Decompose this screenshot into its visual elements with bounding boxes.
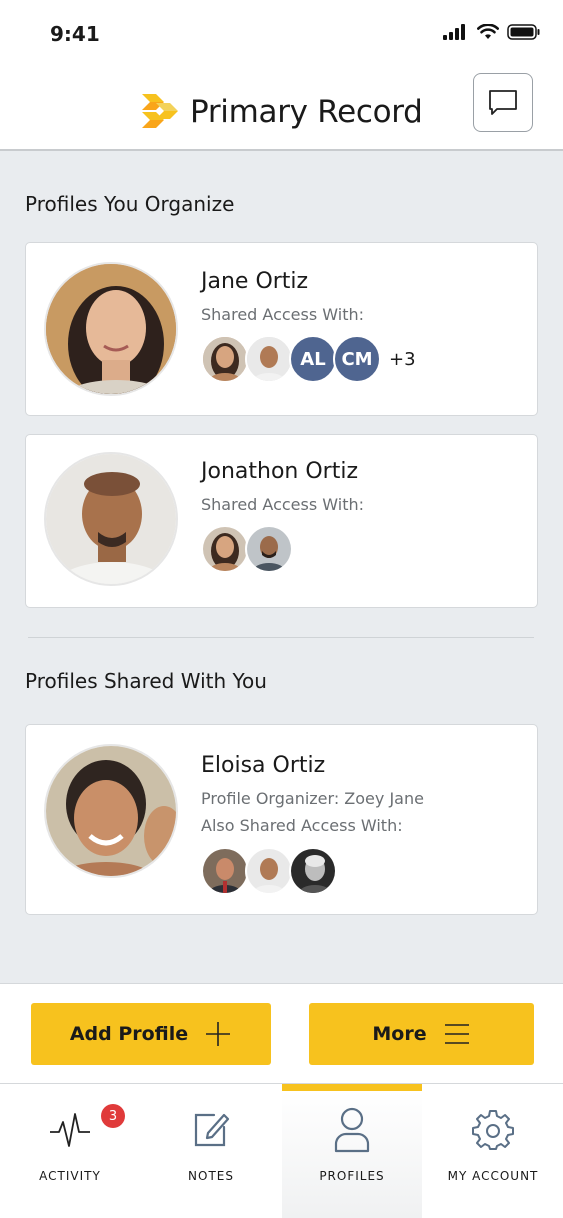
person-icon	[330, 1107, 374, 1153]
also-shared-label: Also Shared Access With:	[201, 816, 403, 835]
profile-organizer: Profile Organizer: Zoey Jane	[201, 789, 424, 808]
tab-my-account[interactable]: MY ACCOUNT	[423, 1084, 563, 1218]
shared-avatar[interactable]	[289, 847, 337, 895]
add-profile-button[interactable]: Add Profile	[31, 1003, 271, 1065]
shared-avatar-initials[interactable]: AL	[289, 335, 337, 383]
activity-pulse-icon	[48, 1108, 92, 1152]
brand: Primary Record	[138, 92, 423, 132]
shared-avatar-row	[201, 525, 293, 573]
portrait-jane	[46, 264, 176, 394]
profile-name: Jane Ortiz	[201, 269, 309, 294]
signal-icon	[443, 24, 465, 40]
more-button[interactable]: More	[309, 1003, 534, 1065]
brand-logo-icon	[142, 94, 178, 128]
profile-card-jane[interactable]: Jane Ortiz Shared Access With: AL CM +3	[25, 242, 538, 416]
wifi-icon	[477, 24, 499, 39]
menu-icon	[444, 1024, 469, 1044]
app-header: Primary Record	[0, 66, 563, 151]
chat-bubble-icon	[489, 89, 517, 115]
gear-icon	[471, 1108, 515, 1152]
shared-avatar[interactable]	[245, 525, 293, 573]
notification-badge: 3	[101, 1104, 125, 1128]
profile-card-eloisa[interactable]: Eloisa Ortiz Profile Organizer: Zoey Jan…	[25, 724, 538, 915]
section-divider	[28, 637, 534, 638]
more-label: More	[372, 1023, 427, 1045]
shared-avatar[interactable]	[245, 335, 293, 383]
portrait-eloisa	[46, 746, 176, 876]
tab-activity[interactable]: 3 ACTIVITY	[0, 1084, 140, 1218]
shared-avatar[interactable]	[201, 847, 249, 895]
avatar	[44, 452, 178, 586]
avatar	[44, 744, 178, 878]
tab-label: PROFILES	[319, 1169, 385, 1183]
portrait-jonathon	[46, 454, 176, 584]
tab-bar: 3 ACTIVITY NOTES PROFILES MY ACCOUNT	[0, 1084, 563, 1218]
shared-avatar[interactable]	[201, 335, 249, 383]
tab-profiles[interactable]: PROFILES	[282, 1084, 422, 1218]
tab-label: MY ACCOUNT	[447, 1169, 539, 1183]
chat-button[interactable]	[473, 73, 533, 132]
shared-avatar-initials[interactable]: CM	[333, 335, 381, 383]
plus-icon	[206, 1022, 231, 1046]
profile-card-jonathon[interactable]: Jonathon Ortiz Shared Access With:	[25, 434, 538, 608]
shared-avatar-row: AL CM +3	[201, 335, 416, 383]
add-profile-label: Add Profile	[69, 1023, 189, 1045]
status-bar: 9:41	[0, 0, 563, 66]
status-time: 9:41	[50, 22, 100, 46]
tab-label: ACTIVITY	[39, 1169, 101, 1183]
avatar	[44, 262, 178, 396]
battery-icon	[507, 24, 540, 40]
profile-name: Eloisa Ortiz	[201, 753, 326, 778]
action-bar: Add Profile More	[0, 983, 563, 1084]
status-icons	[443, 24, 541, 40]
tab-label: NOTES	[188, 1169, 234, 1183]
shared-avatar[interactable]	[245, 847, 293, 895]
section-title-shared: Profiles Shared With You	[25, 669, 267, 693]
shared-access-label: Shared Access With:	[201, 305, 364, 324]
section-title-organize: Profiles You Organize	[25, 192, 235, 216]
shared-avatar[interactable]	[201, 525, 249, 573]
profile-name: Jonathon Ortiz	[201, 459, 358, 484]
tab-notes[interactable]: NOTES	[141, 1084, 281, 1218]
edit-note-icon	[189, 1108, 233, 1152]
app-title: Primary Record	[190, 94, 423, 130]
shared-access-label: Shared Access With:	[201, 495, 364, 514]
shared-avatar-row	[201, 847, 337, 895]
more-count[interactable]: +3	[389, 349, 416, 370]
